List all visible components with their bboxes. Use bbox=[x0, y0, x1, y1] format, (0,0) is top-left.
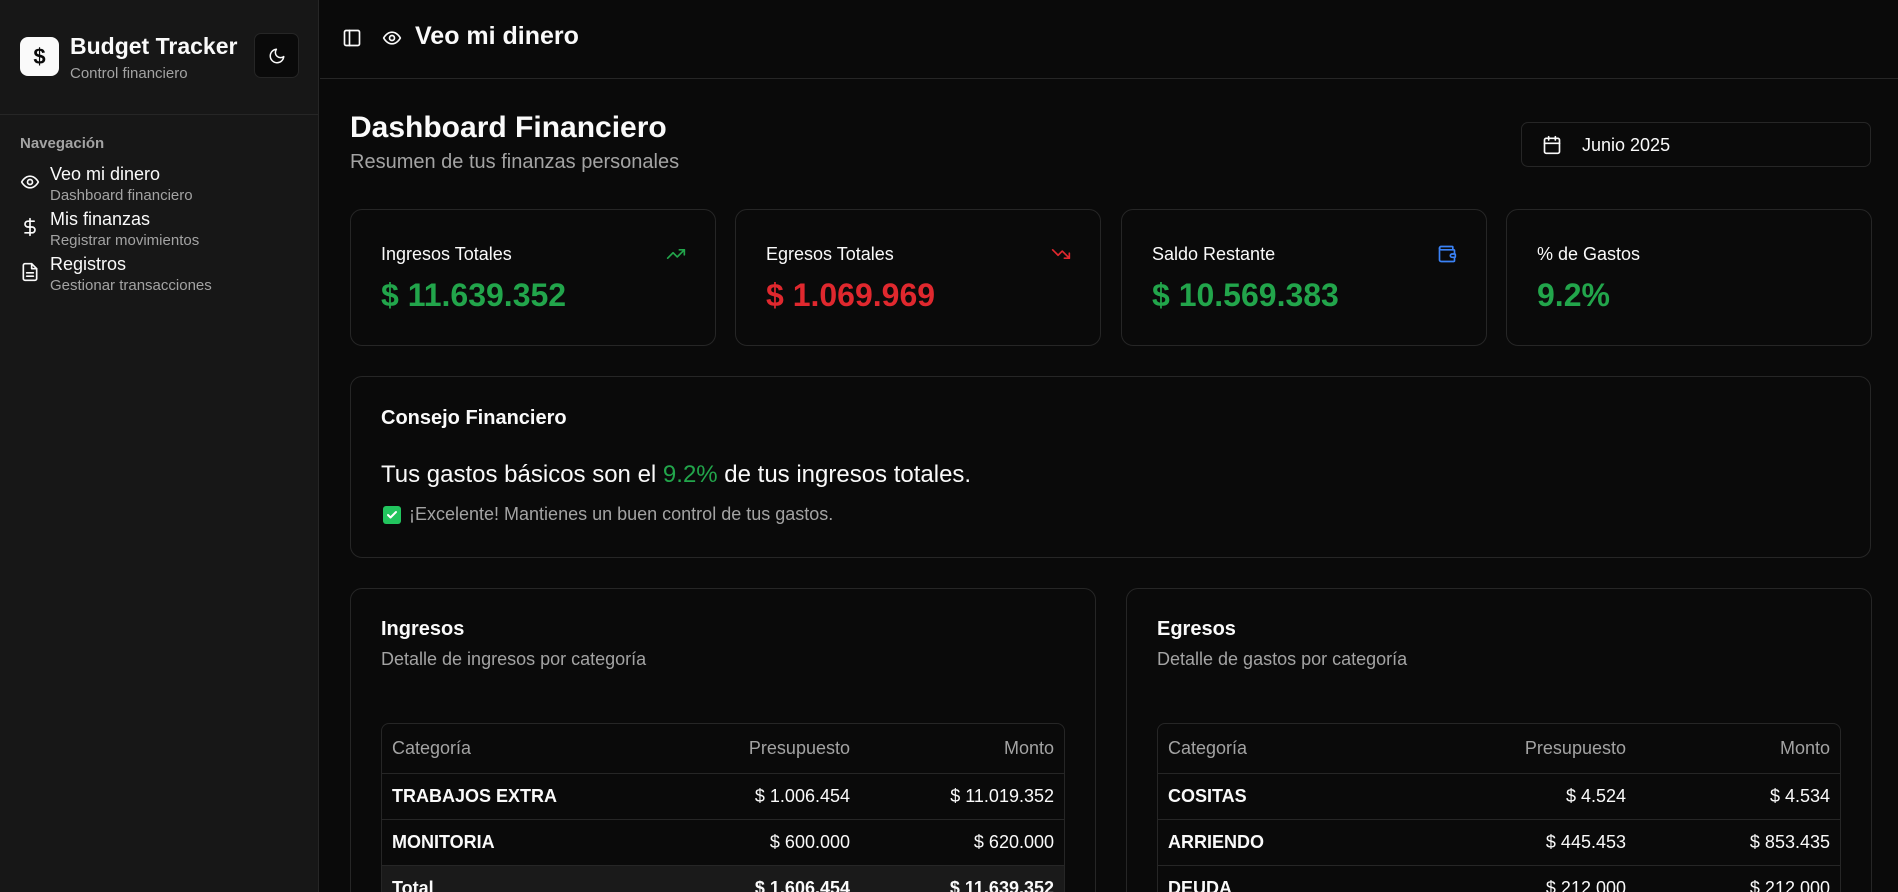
table-cell: $ 212.000 bbox=[1749, 878, 1830, 892]
stat-card-porcentaje-gastos: % de Gastos 9.2% bbox=[1506, 209, 1872, 346]
stat-value: $ 11.639.352 bbox=[381, 277, 567, 313]
brand-subtitle: Control financiero bbox=[70, 65, 188, 82]
column-header: Monto bbox=[1779, 738, 1830, 758]
advice-heading: Consejo Financiero bbox=[381, 407, 567, 429]
column-header: Presupuesto bbox=[1524, 738, 1626, 758]
table-row: COSITAS $ 4.524 $ 4.534 bbox=[1158, 774, 1840, 820]
table-cell: $ 4.524 bbox=[1565, 786, 1626, 806]
table-header: Categoría Presupuesto Monto bbox=[1158, 724, 1840, 774]
sidebar-item-registros[interactable]: Registros Gestionar transacciones bbox=[14, 254, 304, 298]
wallet-icon bbox=[1436, 244, 1458, 264]
stat-value: $ 10.569.383 bbox=[1152, 277, 1339, 313]
income-subtitle: Detalle de ingresos por categoría bbox=[381, 649, 647, 669]
table-row: MONITORIA $ 600.000 $ 620.000 bbox=[382, 820, 1064, 866]
table-cell: $ 11.019.352 bbox=[950, 786, 1054, 806]
table-cell: DEUDA bbox=[1168, 878, 1233, 892]
table-cell: $ 1.606.454 bbox=[754, 878, 850, 892]
brand: $ Budget Tracker Control financiero bbox=[0, 0, 318, 115]
table-cell: COSITAS bbox=[1168, 786, 1247, 806]
page-title: Dashboard Financiero bbox=[350, 111, 667, 144]
stat-value: 9.2% bbox=[1537, 277, 1610, 313]
expenses-panel: Egresos Detalle de gastos por categoría … bbox=[1126, 588, 1872, 892]
sidebar-item-sub: Gestionar transacciones bbox=[50, 277, 212, 294]
income-panel: Ingresos Detalle de ingresos por categor… bbox=[350, 588, 1096, 892]
advice-card: Consejo Financiero Tus gastos básicos so… bbox=[350, 376, 1871, 558]
column-header: Categoría bbox=[1168, 738, 1248, 758]
table-cell: $ 4.534 bbox=[1769, 786, 1830, 806]
sidebar-item-sub: Registrar movimientos bbox=[50, 232, 200, 249]
column-header: Categoría bbox=[392, 738, 472, 758]
document-icon bbox=[20, 262, 40, 282]
table-row: ARRIENDO $ 445.453 $ 853.435 bbox=[1158, 820, 1840, 866]
column-header: Monto bbox=[1003, 738, 1054, 758]
brand-title: Budget Tracker bbox=[70, 33, 238, 59]
table-row: DEUDA $ 212.000 $ 212.000 bbox=[1158, 866, 1840, 892]
expenses-table: Categoría Presupuesto Monto COSITAS $ 4.… bbox=[1157, 723, 1841, 892]
dollar-icon bbox=[20, 217, 40, 237]
table-row: TRABAJOS EXTRA $ 1.006.454 $ 11.019.352 bbox=[382, 774, 1064, 820]
sidebar-toggle-icon[interactable] bbox=[342, 28, 362, 48]
trending-up-icon bbox=[665, 244, 687, 264]
check-icon bbox=[383, 505, 401, 524]
table-cell: $ 1.006.454 bbox=[754, 786, 850, 806]
page-subtitle: Resumen de tus finanzas personales bbox=[350, 151, 680, 173]
advice-message: Tus gastos básicos son el 9.2% de tus in… bbox=[381, 461, 971, 489]
table-header: Categoría Presupuesto Monto bbox=[382, 724, 1064, 774]
stat-label: % de Gastos bbox=[1537, 244, 1641, 264]
table-cell: $ 853.435 bbox=[1749, 832, 1830, 852]
table-cell: $ 445.453 bbox=[1545, 832, 1626, 852]
stat-card-saldo: Saldo Restante $ 10.569.383 bbox=[1121, 209, 1487, 346]
month-picker[interactable]: Junio 2025 bbox=[1521, 122, 1871, 167]
nav-heading: Navegación bbox=[20, 135, 105, 152]
advice-message-suffix: de tus ingresos totales. bbox=[717, 461, 972, 488]
table-cell: $ 620.000 bbox=[973, 832, 1054, 852]
sidebar-item-label: Registros bbox=[50, 254, 127, 274]
column-header: Presupuesto bbox=[748, 738, 850, 758]
top-bar: Veo mi dinero bbox=[320, 0, 1898, 79]
sidebar-item-veo-mi-dinero[interactable]: Veo mi dinero Dashboard financiero bbox=[14, 164, 304, 208]
table-cell: $ 212.000 bbox=[1545, 878, 1626, 892]
advice-note: ¡Excelente! Mantienes un buen control de… bbox=[381, 504, 833, 525]
stat-label: Egresos Totales bbox=[766, 244, 894, 264]
stat-card-egresos: Egresos Totales $ 1.069.969 bbox=[735, 209, 1101, 346]
advice-percentage: 9.2% bbox=[662, 461, 718, 488]
theme-toggle-button[interactable] bbox=[254, 33, 299, 78]
stat-card-ingresos: Ingresos Totales $ 11.639.352 bbox=[350, 209, 716, 346]
month-picker-value: Junio 2025 bbox=[1582, 135, 1671, 155]
header-title: Veo mi dinero bbox=[415, 22, 579, 50]
table-cell: $ 11.639.352 bbox=[949, 878, 1054, 892]
sidebar-item-mis-finanzas[interactable]: Mis finanzas Registrar movimientos bbox=[14, 209, 304, 253]
dollar-logo-icon: $ bbox=[20, 37, 59, 76]
income-table: Categoría Presupuesto Monto TRABAJOS EXT… bbox=[381, 723, 1065, 892]
table-cell: TRABAJOS EXTRA bbox=[392, 786, 558, 806]
eye-icon bbox=[20, 172, 40, 192]
trending-down-icon bbox=[1050, 244, 1072, 264]
table-row-total: Total $ 1.606.454 $ 11.639.352 bbox=[382, 866, 1064, 892]
table-cell: MONITORIA bbox=[392, 832, 495, 852]
sidebar: $ Budget Tracker Control financiero Nave… bbox=[0, 0, 319, 892]
stat-value: $ 1.069.969 bbox=[766, 277, 936, 313]
table-cell: Total bbox=[392, 878, 434, 892]
moon-icon bbox=[269, 48, 284, 63]
advice-note-text: ¡Excelente! Mantienes un buen control de… bbox=[409, 504, 834, 524]
stat-label: Saldo Restante bbox=[1152, 244, 1276, 264]
advice-message-prefix: Tus gastos básicos son el bbox=[381, 461, 663, 488]
eye-icon bbox=[380, 28, 404, 48]
expenses-title: Egresos bbox=[1157, 618, 1236, 640]
income-title: Ingresos bbox=[381, 618, 465, 640]
expenses-subtitle: Detalle de gastos por categoría bbox=[1157, 649, 1408, 669]
sidebar-item-label: Mis finanzas bbox=[50, 209, 151, 229]
sidebar-item-label: Veo mi dinero bbox=[50, 164, 161, 184]
calendar-icon bbox=[1542, 135, 1562, 155]
table-cell: $ 600.000 bbox=[769, 832, 850, 852]
sidebar-item-sub: Dashboard financiero bbox=[50, 187, 193, 204]
stat-label: Ingresos Totales bbox=[381, 244, 512, 264]
table-cell: ARRIENDO bbox=[1168, 832, 1265, 852]
